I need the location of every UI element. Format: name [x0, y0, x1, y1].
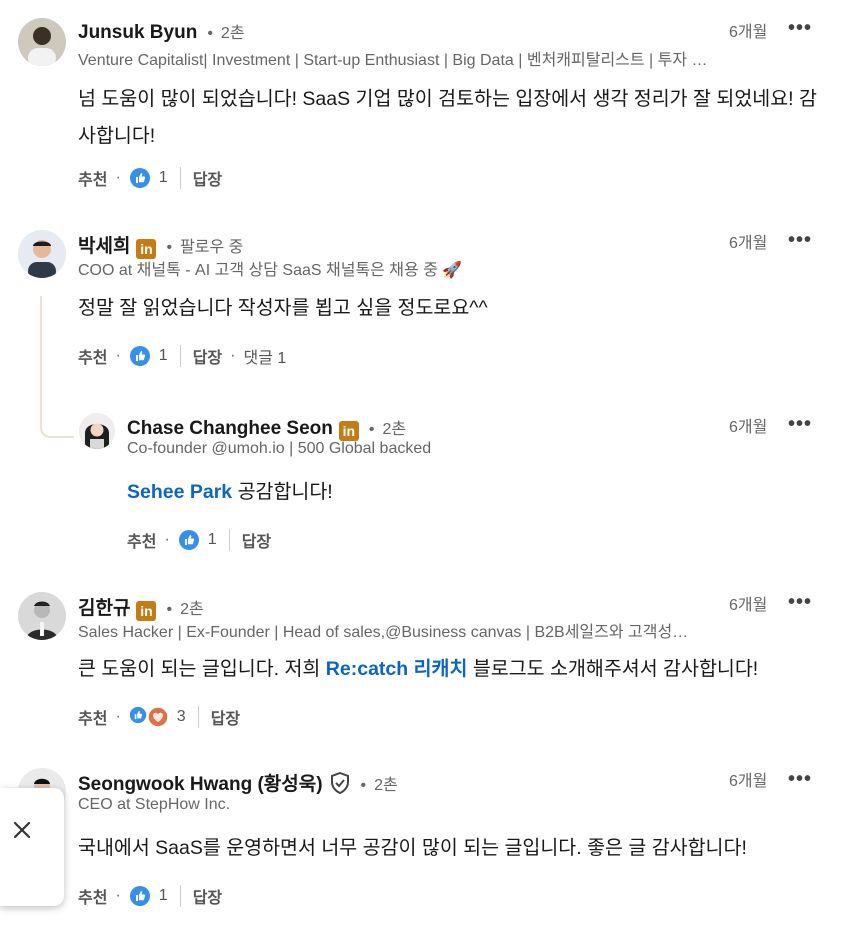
connection-degree: • 2촌: [368, 421, 407, 438]
connection-degree: • 2촌: [207, 25, 245, 42]
avatar[interactable]: [18, 230, 66, 278]
reaction-count[interactable]: 1: [159, 169, 168, 187]
reaction-count[interactable]: 1: [208, 531, 217, 549]
avatar[interactable]: [18, 592, 66, 640]
author-headline: Sales Hacker | Ex-Founder | Head of sale…: [78, 624, 698, 641]
comment-actions: 추천 · 3 답장: [78, 705, 240, 729]
comment-text: 국내에서 SaaS를 운영하면서 너무 공감이 많이 되는 글입니다. 좋은 글…: [78, 837, 747, 859]
like-button[interactable]: 추천: [78, 166, 107, 190]
more-icon[interactable]: •••: [788, 591, 812, 614]
timestamp: 6개월: [729, 597, 768, 614]
connection-degree: • 2촌: [360, 777, 398, 794]
like-reaction-icon[interactable]: [129, 167, 151, 189]
more-icon[interactable]: •••: [788, 413, 812, 436]
author-headline: Co-founder @umoh.io | 500 Global backed: [127, 440, 432, 457]
comment-text: 정말 잘 읽었습니다 작성자를 뵙고 싶을 정도로요^^: [78, 297, 488, 319]
like-button[interactable]: 추천: [78, 705, 107, 729]
avatar[interactable]: [79, 413, 115, 449]
like-reaction-icon[interactable]: [129, 885, 151, 907]
verified-icon: [329, 771, 351, 795]
reaction-count[interactable]: 1: [159, 347, 168, 365]
mention-link[interactable]: Sehee Park: [127, 481, 232, 503]
reply-button[interactable]: 답장: [193, 344, 222, 368]
more-icon[interactable]: •••: [788, 229, 812, 252]
author-name[interactable]: Junsuk Byun • 2촌: [78, 19, 245, 44]
linkedin-badge-icon: in: [338, 421, 359, 441]
reaction-count[interactable]: 1: [159, 887, 168, 905]
author-headline: Venture Capitalist| Investment | Start-u…: [78, 52, 708, 69]
comment-text: 큰 도움이 되는 글입니다. 저희 Re:catch 리캐치 블로그도 소개해주…: [78, 658, 759, 680]
comment-actions: 추천 · 1 답장: [78, 166, 222, 190]
author-headline: COO at 채널톡 - AI 고객 상담 SaaS 채널톡은 채용 중 🚀: [78, 262, 463, 279]
reply-button[interactable]: 답장: [242, 528, 271, 552]
reply-button[interactable]: 답장: [193, 166, 222, 190]
thread-connector: [40, 296, 74, 438]
like-reaction-icon[interactable]: [129, 706, 147, 728]
reply-button[interactable]: 답장: [211, 705, 240, 729]
author-name[interactable]: Chase Changhee Seon in • 2촌: [127, 415, 406, 441]
comment-actions: 추천 · 1 답장: [127, 528, 271, 552]
love-reaction-icon[interactable]: [147, 706, 169, 728]
timestamp: 6개월: [729, 235, 768, 252]
author-headline: CEO at StepHow Inc.: [78, 796, 231, 813]
timestamp: 6개월: [729, 773, 768, 790]
close-icon[interactable]: [10, 818, 34, 842]
more-icon[interactable]: •••: [788, 768, 812, 791]
timestamp: 6개월: [729, 24, 768, 41]
more-icon[interactable]: •••: [788, 17, 812, 40]
timestamp: 6개월: [729, 419, 768, 436]
mention-link[interactable]: Re:catch 리캐치: [326, 658, 468, 680]
connection-degree: • 2촌: [166, 601, 204, 618]
comment-text: Sehee Park 공감합니다!: [127, 481, 333, 503]
like-button[interactable]: 추천: [78, 344, 107, 368]
connection-degree: • 팔로우 중: [166, 239, 244, 256]
comment-text: 넘 도움이 많이 되었습니다! SaaS 기업 많이 검토하는 입장에서 생각 …: [78, 88, 817, 147]
reaction-count[interactable]: 3: [177, 708, 186, 726]
like-button[interactable]: 추천: [78, 884, 107, 908]
like-button[interactable]: 추천: [127, 528, 156, 552]
like-reaction-icon[interactable]: [178, 529, 200, 551]
replies-count-link[interactable]: 댓글 1: [243, 344, 286, 368]
floating-panel: [0, 788, 64, 906]
author-name[interactable]: Seongwook Hwang (황성욱) • 2촌: [78, 769, 398, 796]
comment-actions: 추천 · 1 답장 · 댓글 1: [78, 344, 286, 368]
comment-actions: 추천 · 1 답장: [78, 884, 222, 908]
author-name[interactable]: 김한규 in • 2촌: [78, 593, 204, 621]
author-name[interactable]: 박세희 in • 팔로우 중: [78, 231, 243, 259]
like-reaction-icon[interactable]: [129, 345, 151, 367]
reply-button[interactable]: 답장: [193, 884, 222, 908]
avatar[interactable]: [18, 18, 66, 66]
